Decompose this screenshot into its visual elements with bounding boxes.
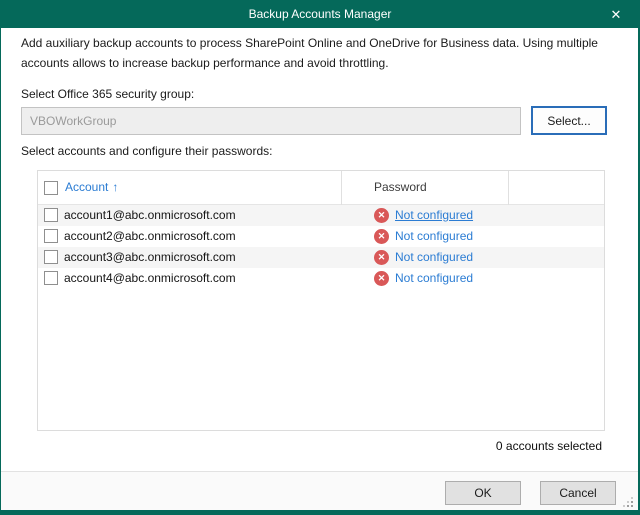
table-header: Account ↑ Password xyxy=(38,171,604,205)
not-configured-icon: ✕ xyxy=(374,208,389,223)
column-header-account[interactable]: Account ↑ xyxy=(65,180,118,194)
row-checkbox[interactable] xyxy=(44,271,58,285)
row-checkbox[interactable] xyxy=(44,250,58,264)
table-row[interactable]: account1@abc.onmicrosoft.com ✕ Not confi… xyxy=(38,205,604,226)
account-cell: account2@abc.onmicrosoft.com xyxy=(64,229,236,243)
titlebar[interactable]: Backup Accounts Manager ✕ xyxy=(0,0,640,28)
table-row[interactable]: account3@abc.onmicrosoft.com ✕ Not confi… xyxy=(38,247,604,268)
password-status-link[interactable]: Not configured xyxy=(395,229,473,243)
cancel-button-label: Cancel xyxy=(559,486,596,500)
password-status-link[interactable]: Not configured xyxy=(395,271,473,285)
window-bottom-border xyxy=(0,510,640,515)
column-divider xyxy=(508,171,509,205)
dialog-description: Add auxiliary backup accounts to process… xyxy=(21,33,623,73)
password-status-link[interactable]: Not configured xyxy=(395,208,473,222)
accounts-table: Account ↑ Password account1@abc.onmicroso… xyxy=(37,170,605,431)
close-icon: ✕ xyxy=(611,7,622,22)
account-cell: account3@abc.onmicrosoft.com xyxy=(64,250,236,264)
table-row[interactable]: account2@abc.onmicrosoft.com ✕ Not confi… xyxy=(38,226,604,247)
sort-ascending-icon: ↑ xyxy=(112,180,118,194)
select-group-button-label: Select... xyxy=(547,114,590,128)
row-checkbox[interactable] xyxy=(44,229,58,243)
window-title: Backup Accounts Manager xyxy=(249,7,392,21)
security-group-input[interactable] xyxy=(21,107,521,135)
select-group-button[interactable]: Select... xyxy=(531,106,607,135)
account-cell: account4@abc.onmicrosoft.com xyxy=(64,271,236,285)
table-row[interactable]: account4@abc.onmicrosoft.com ✕ Not confi… xyxy=(38,268,604,289)
password-status-link[interactable]: Not configured xyxy=(395,250,473,264)
not-configured-icon: ✕ xyxy=(374,250,389,265)
column-header-password[interactable]: Password xyxy=(374,180,427,194)
accounts-section-label: Select accounts and configure their pass… xyxy=(21,144,272,158)
row-checkbox[interactable] xyxy=(44,208,58,222)
selection-count: 0 accounts selected xyxy=(496,439,602,453)
password-column-label: Password xyxy=(374,180,427,194)
ok-button[interactable]: OK xyxy=(445,481,521,505)
close-button[interactable]: ✕ xyxy=(600,0,632,28)
account-column-label: Account xyxy=(65,180,108,194)
ok-button-label: OK xyxy=(474,486,491,500)
cancel-button[interactable]: Cancel xyxy=(540,481,616,505)
not-configured-icon: ✕ xyxy=(374,271,389,286)
column-divider xyxy=(341,171,342,205)
select-all-checkbox[interactable] xyxy=(44,181,58,195)
security-group-label: Select Office 365 security group: xyxy=(21,87,194,101)
not-configured-icon: ✕ xyxy=(374,229,389,244)
backup-accounts-manager-dialog: Backup Accounts Manager ✕ Add auxiliary … xyxy=(0,0,640,515)
resize-grip[interactable] xyxy=(621,495,633,507)
account-cell: account1@abc.onmicrosoft.com xyxy=(64,208,236,222)
